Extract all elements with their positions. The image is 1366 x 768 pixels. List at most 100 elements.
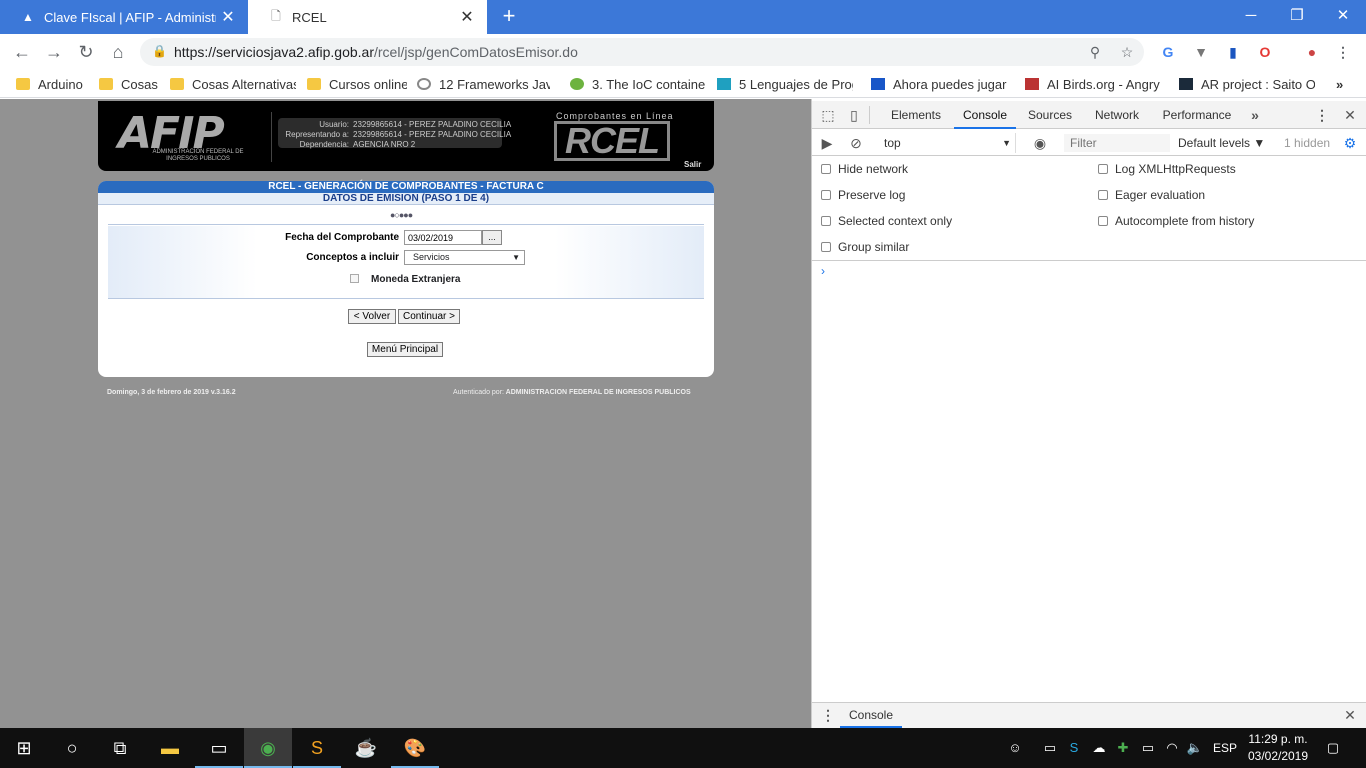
java-icon[interactable]: ☕ [342, 728, 390, 768]
drawer-tab-console[interactable]: Console [840, 704, 902, 728]
log-levels-select[interactable]: Default levels ▼ [1178, 134, 1265, 152]
file-explorer-icon[interactable]: ▬ [146, 728, 194, 768]
tab-sources[interactable]: Sources [1020, 101, 1080, 129]
preserve-log-checkbox[interactable] [821, 190, 831, 200]
volver-button[interactable]: < Volver [348, 309, 396, 324]
salir-link[interactable]: Salir [684, 160, 701, 169]
bookmark-item[interactable]: 5 Lenguajes de Progr [717, 70, 853, 98]
divider [812, 260, 1366, 261]
tab-console[interactable]: Console [954, 101, 1016, 129]
bookmark-item[interactable]: Ahora puedes jugar c [871, 70, 1009, 98]
menu-principal-button[interactable]: Menú Principal [367, 342, 443, 357]
bookmark-item[interactable]: Arduino [16, 70, 96, 98]
more-bookmarks-icon[interactable]: » [1336, 70, 1350, 98]
notifications-tray-icon[interactable]: ▭ [1039, 738, 1061, 758]
tab-performance[interactable]: Performance [1156, 101, 1238, 129]
filter-input[interactable] [1064, 134, 1170, 152]
devtools-menu-icon[interactable]: ⋮ [1313, 106, 1331, 124]
afip-logo: AFIP [118, 108, 225, 159]
windows-start-icon[interactable]: ⊞ [0, 728, 48, 768]
bookmark-item[interactable]: 3. The IoC container [570, 70, 706, 98]
security-icon[interactable]: ✚ [1112, 738, 1134, 758]
auth-value: ADMINISTRACION FEDERAL DE INGRESOS PUBLI… [505, 389, 691, 396]
translate-icon[interactable]: G [1157, 41, 1179, 63]
lock-icon[interactable]: 🔒 [152, 44, 167, 58]
context-select[interactable]: top ▼ [876, 133, 1016, 153]
home-button[interactable]: ⌂ [105, 39, 131, 65]
gear-icon[interactable]: ⚙ [1341, 134, 1359, 152]
usuario-value: 23299865614 - PEREZ PALADINO CECILIA [353, 120, 512, 129]
back-button[interactable]: ← [9, 39, 35, 65]
wifi-icon[interactable]: ◠ [1161, 738, 1183, 758]
bookmark-label: AR project : Saito OB [1201, 76, 1315, 92]
new-tab-button[interactable]: + [498, 5, 520, 27]
search-icon[interactable]: ○ [48, 728, 96, 768]
bookmark-item[interactable]: AR project : Saito OB [1179, 70, 1315, 98]
volume-icon[interactable]: 🔈 [1184, 738, 1206, 758]
fecha-input[interactable] [404, 230, 482, 245]
reload-button[interactable]: ↻ [73, 39, 99, 65]
inspect-icon[interactable]: ⬚ [819, 106, 837, 124]
afip-icon: ▲ [22, 10, 34, 24]
avatar[interactable]: ● [1301, 41, 1323, 63]
moneda-checkbox[interactable] [350, 274, 359, 283]
bookmark-item[interactable]: 12 Frameworks Java, [417, 70, 550, 98]
tab-elements[interactable]: Elements [882, 101, 950, 129]
dropdown-arrow-icon: ▼ [512, 253, 520, 262]
clock[interactable]: 11:29 p. m. 03/02/2019 [1246, 731, 1310, 765]
task-view-icon[interactable]: ⧉ [96, 728, 144, 768]
eager-evaluation-checkbox[interactable] [1098, 190, 1108, 200]
more-tabs-icon[interactable]: » [1246, 106, 1264, 124]
log-xhr-checkbox[interactable] [1098, 164, 1108, 174]
folder-icon [99, 78, 113, 90]
close-devtools-icon[interactable]: ✕ [1341, 106, 1359, 124]
minimize-button[interactable]: ─ [1228, 0, 1274, 32]
bookmark-item[interactable]: Cosas [99, 70, 161, 98]
selected-context-checkbox[interactable] [821, 216, 831, 226]
close-drawer-icon[interactable]: ✕ [1341, 706, 1359, 724]
representando-label: Representando a: [285, 130, 349, 139]
language-indicator[interactable]: ESP [1213, 738, 1237, 758]
close-tab-icon[interactable]: ✕ [455, 7, 479, 27]
people-icon[interactable]: ☺ [1004, 738, 1026, 758]
group-similar-checkbox[interactable] [821, 242, 831, 252]
chrome-icon[interactable]: ◉ [244, 728, 292, 768]
close-window-button[interactable]: ✕ [1320, 0, 1366, 32]
extension-icon[interactable]: ▼ [1190, 41, 1212, 63]
g-icon [871, 78, 885, 90]
paint-icon[interactable]: 🎨 [391, 728, 439, 768]
onedrive-icon[interactable]: ☁ [1088, 738, 1110, 758]
device-toolbar-icon[interactable]: ▯ [845, 106, 863, 124]
forward-button[interactable]: → [41, 39, 67, 65]
search-icon[interactable]: ⚲ [1084, 41, 1106, 63]
drawer-menu-icon[interactable]: ⋮ [819, 706, 837, 724]
autocomplete-checkbox[interactable] [1098, 216, 1108, 226]
star-icon[interactable]: ☆ [1116, 41, 1138, 63]
console-prompt[interactable]: › [821, 264, 825, 278]
action-center-icon[interactable]: ▢ [1321, 738, 1345, 758]
eye-icon[interactable]: ◉ [1031, 134, 1049, 152]
menu-icon[interactable]: ⋮ [1332, 41, 1354, 63]
restore-button[interactable]: ❐ [1274, 0, 1320, 32]
sublime-icon[interactable]: S [293, 728, 341, 768]
conceptos-select[interactable]: Servicios ▼ [404, 250, 525, 265]
tab-rcel[interactable]: 🗋 RCEL ✕ [248, 0, 487, 34]
bookmark-item[interactable]: AI Birds.org - Angry B [1025, 70, 1161, 98]
skype-icon[interactable]: S [1063, 738, 1085, 758]
battery-icon[interactable]: ▭ [1137, 738, 1159, 758]
tab-network[interactable]: Network [1086, 101, 1148, 129]
bookmark-item[interactable]: Cursos online [307, 70, 407, 98]
date-picker-button[interactable]: ... [482, 230, 502, 245]
bookmark-item[interactable]: Cosas Alternativas [170, 70, 296, 98]
opera-icon[interactable]: O [1254, 41, 1276, 63]
selected-context-label: Selected context only [838, 214, 953, 228]
clear-console-icon[interactable]: ⊘ [847, 134, 865, 152]
bookmark-ext-icon[interactable]: ▮ [1222, 41, 1244, 63]
terminal-icon[interactable]: ▭ [195, 728, 243, 768]
sidebar-toggle-icon[interactable]: ▶ [818, 134, 836, 152]
hide-network-checkbox[interactable] [821, 164, 831, 174]
url-text[interactable]: https://serviciosjava2.afip.gob.ar/rcel/… [174, 44, 578, 60]
tab-clave-fiscal[interactable]: ▲ Clave FIscal | AFIP - Administració ✕ [0, 0, 248, 34]
close-tab-icon[interactable]: ✕ [216, 7, 240, 27]
continuar-button[interactable]: Continuar > [398, 309, 460, 324]
